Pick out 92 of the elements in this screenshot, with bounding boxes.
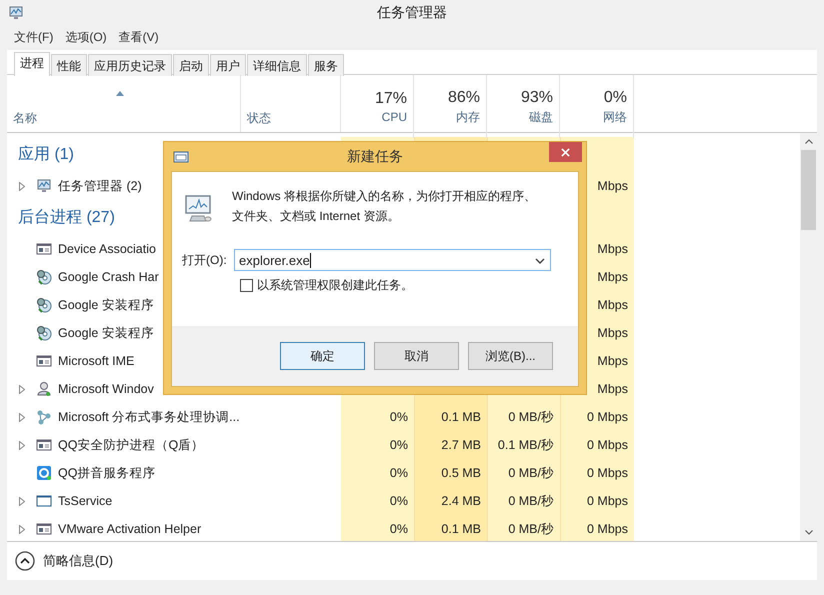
- fewer-details-link[interactable]: 简略信息(D): [43, 552, 114, 570]
- table-cell: 0.1 MB: [414, 515, 487, 542]
- table-cell: 0.1 MB: [414, 403, 487, 431]
- window-icon: [36, 353, 52, 369]
- tab[interactable]: 服务: [308, 54, 344, 76]
- process-name: Microsoft Windov: [58, 382, 154, 396]
- process-name: QQ安全防护进程（Q盾）: [58, 436, 204, 454]
- expand-arrow-icon[interactable]: [18, 524, 24, 534]
- menu-item[interactable]: 查看(V): [118, 29, 159, 46]
- expand-arrow-icon[interactable]: [18, 384, 24, 394]
- table-cell: 0.5 MB: [414, 459, 487, 487]
- expand-arrow-icon[interactable]: [18, 496, 24, 506]
- column-usage: 93%: [520, 88, 553, 106]
- dialog-button[interactable]: 取消: [374, 342, 459, 370]
- gear-disc-icon: [36, 297, 52, 313]
- dialog-button[interactable]: 确定: [280, 342, 365, 370]
- process-name: Google Crash Har: [58, 270, 159, 284]
- scroll-up-icon[interactable]: [804, 139, 812, 144]
- table-cell: 0 MB/秒: [487, 487, 560, 515]
- vertical-scrollbar[interactable]: [800, 133, 817, 542]
- process-name: Microsoft IME: [58, 354, 134, 368]
- table-cell: 0%: [341, 431, 414, 459]
- process-name: Google 安装程序: [58, 296, 154, 314]
- process-name: Microsoft 分布式事务处理协调...: [58, 408, 240, 426]
- open-label: 打开(O):: [182, 252, 228, 268]
- table-cell: 0 MB/秒: [487, 459, 560, 487]
- process-name: QQ拼音服务程序: [58, 464, 156, 482]
- tab[interactable]: 进程: [14, 52, 50, 76]
- table-cell: 0%: [341, 487, 414, 515]
- window-icon: [36, 241, 52, 257]
- gear-disc-icon: [36, 269, 52, 285]
- table-cell: 0 Mbps: [560, 431, 634, 459]
- group-header: 应用 (1): [18, 144, 74, 165]
- process-name: Device Associatio: [58, 242, 156, 256]
- user-icon: [36, 381, 52, 397]
- tab[interactable]: 详细信息: [247, 54, 307, 76]
- table-cell: 0 Mbps: [560, 459, 634, 487]
- expand-arrow-icon[interactable]: [18, 182, 24, 190]
- column-header[interactable]: 状态: [247, 110, 334, 127]
- dialog-button[interactable]: 浏览(B)...: [468, 342, 553, 370]
- table-cell: 0%: [341, 403, 414, 431]
- table-cell: 0 MB/秒: [487, 515, 560, 542]
- process-name: 任务管理器 (2): [58, 178, 142, 194]
- tab[interactable]: 性能: [51, 54, 87, 76]
- tab[interactable]: 用户: [210, 54, 246, 76]
- process-name: TsService: [58, 494, 112, 508]
- process-name: Google 安装程序: [58, 324, 154, 342]
- process-name: VMware Activation Helper: [58, 522, 202, 536]
- window-app-icon: [173, 150, 189, 162]
- gear-disc-icon: [36, 325, 52, 341]
- menu-item[interactable]: 文件(F): [14, 29, 54, 46]
- menu-item[interactable]: 选项(O): [65, 29, 107, 46]
- tab[interactable]: 应用历史记录: [88, 54, 172, 76]
- window-title: 任务管理器: [377, 4, 447, 22]
- column-usage: 17%: [374, 90, 407, 108]
- table-cell: 0 Mbps: [560, 487, 634, 515]
- group-header: 后台进程 (27): [18, 208, 115, 228]
- blank-window-icon: [36, 493, 52, 509]
- collapse-up-icon[interactable]: [15, 551, 35, 572]
- expand-arrow-icon[interactable]: [18, 412, 24, 422]
- table-cell: 0 Mbps: [560, 403, 634, 431]
- column-header[interactable]: 内存: [456, 108, 480, 126]
- close-button[interactable]: [549, 142, 582, 162]
- column-header[interactable]: 名称: [13, 110, 234, 127]
- table-cell: 0.1 MB/秒: [487, 431, 560, 459]
- column-usage: 86%: [448, 88, 480, 106]
- table-cell: 0%: [341, 459, 414, 487]
- table-cell: 0 MB/秒: [487, 403, 560, 431]
- window-icon: [36, 437, 52, 453]
- column-usage: 0%: [604, 88, 627, 106]
- column-header[interactable]: CPU: [382, 110, 407, 124]
- checkbox[interactable]: [240, 279, 253, 292]
- tab[interactable]: 启动: [173, 54, 209, 76]
- table-cell: 2.7 MB: [414, 431, 487, 459]
- scroll-thumb[interactable]: [801, 150, 816, 230]
- monitor-chart-icon: [36, 178, 52, 194]
- monitor-chart-icon: [8, 4, 24, 20]
- table-cell: 2.4 MB: [414, 487, 487, 515]
- dialog-message: Windows 将根据你所键入的名称，为你打开相应的程序、文件夹、文档或 Internet 资源。: [232, 188, 537, 225]
- column-header[interactable]: 网络: [603, 108, 627, 126]
- dialog-title: 新建任务: [347, 148, 403, 166]
- close-icon: [561, 148, 570, 156]
- table-cell: 0 Mbps: [560, 515, 634, 542]
- command-combo-box[interactable]: explorer.exe: [234, 249, 551, 271]
- expand-arrow-icon[interactable]: [18, 440, 24, 450]
- table-cell: 0%: [341, 515, 414, 542]
- checkbox-label[interactable]: 以系统管理权限创建此任务。: [257, 277, 413, 294]
- scroll-down-icon[interactable]: [804, 530, 812, 536]
- q-logo-icon: [36, 465, 52, 481]
- window-icon: [36, 521, 52, 537]
- column-header[interactable]: 磁盘: [529, 108, 553, 126]
- network-nodes-icon: [36, 409, 52, 425]
